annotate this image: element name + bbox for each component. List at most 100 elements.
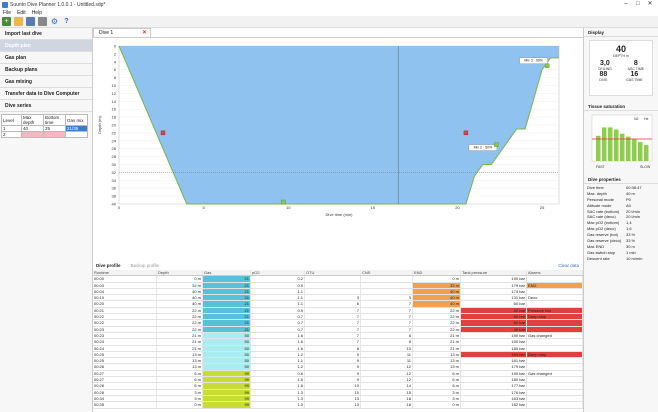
table-cell: 179 bar [461, 364, 527, 370]
transfer-to-dive-computer[interactable]: Transfer data to Dive Computer [0, 88, 92, 100]
column-header[interactable]: END [413, 270, 461, 276]
gas-plan[interactable]: Gas plan [0, 52, 92, 64]
asc-time-value: 8 [633, 60, 638, 67]
table-cell: 10 [305, 389, 361, 395]
tab-dive-profile[interactable]: Dive profile [96, 262, 121, 270]
save-icon[interactable] [26, 17, 35, 26]
x-tick-label: 15 [371, 205, 376, 210]
table-cell: 9 [305, 370, 361, 377]
column-header[interactable]: OTU [305, 270, 361, 276]
gas-mix-select[interactable] [65, 131, 88, 138]
table-cell: 6 m [157, 383, 203, 389]
table-cell: 21 [203, 320, 251, 326]
table-cell: 40 m [413, 288, 461, 295]
gas-marker [494, 142, 499, 147]
y-tick-label: 38 [112, 194, 117, 199]
column-header[interactable]: Runtime [93, 270, 157, 276]
table-cell [361, 282, 413, 288]
table-cell: 7 [361, 301, 413, 307]
max-depth-input[interactable] [21, 131, 44, 138]
menu-help[interactable]: Help [32, 10, 42, 16]
table-cell: 22 m [413, 307, 461, 314]
table-cell: 7 [305, 332, 361, 339]
tissue-bar [638, 142, 643, 161]
import-last-dive[interactable]: Import last dive [0, 28, 92, 40]
clear-data-link[interactable]: Clear data [558, 262, 579, 270]
table-cell: 7 [305, 307, 361, 314]
table-cell: 22 m [157, 307, 203, 314]
minimize-button[interactable]: – [620, 0, 632, 8]
table-cell: 3 m [157, 395, 203, 402]
table-cell: 11 [361, 358, 413, 364]
y-tick-label: 32 [112, 170, 117, 175]
close-window-button[interactable]: ✕ [644, 0, 656, 8]
right-panel: Display 40 DEPTH m 3,0 CEILING 8 ASC TIME 8… [583, 28, 658, 412]
table-cell: 00:35 [93, 402, 157, 408]
table-cell: 00:00 [93, 276, 157, 282]
depth-chart[interactable]: 0 2 4 6 8 10 12 14 16 18 20 22 24 26 28 30 32 34 36 38 40 0 5 1… [93, 38, 583, 238]
x-tick-label: 10 [286, 205, 291, 210]
table-cell [527, 364, 583, 370]
table-cell: 22 m [413, 326, 461, 332]
table-cell: 6 m [413, 370, 461, 377]
column-header[interactable]: Depth [157, 270, 203, 276]
y-tick-label: 30 [112, 162, 117, 167]
new-plan-icon[interactable]: + [2, 17, 11, 26]
table-cell: 1.6 [251, 332, 305, 339]
table-cell: 3 m [157, 389, 203, 395]
chart-svg[interactable]: 02468101214161820222426283032343638400 5 1… [93, 38, 583, 238]
table-cell: 0 m [413, 402, 461, 408]
column-header[interactable]: Alarms [527, 270, 583, 276]
table-row[interactable]: 00:35 0 m 99 1.0 13 18 0 m 162 bar [93, 402, 583, 409]
table-cell: 1.2 [251, 364, 305, 370]
table-cell: 0.2 [251, 276, 305, 282]
table-cell: 21 [203, 314, 251, 320]
level-cell[interactable]: 2 [1, 131, 22, 138]
open-folder-icon[interactable] [14, 17, 23, 26]
y-tick-label: 34 [112, 178, 117, 183]
table-cell: 00:24 [93, 345, 157, 351]
bottom-time-input[interactable] [43, 131, 66, 138]
table-cell: 7 [361, 314, 413, 320]
table-cell: 21 m [157, 339, 203, 345]
column-header[interactable]: CNS [361, 270, 413, 276]
settings-gear-icon[interactable]: ⚙ [50, 17, 59, 26]
column-header[interactable]: Tank pressure [461, 270, 527, 276]
close-tab-icon[interactable]: ✕ [142, 29, 147, 38]
ceiling-value: 3,0 [600, 60, 610, 67]
tab-dive-1[interactable]: Dive 1 ✕ [93, 28, 151, 37]
gas-mixing[interactable]: Gas mixing [0, 76, 92, 88]
table-cell: 99 [203, 383, 251, 389]
table-cell: 13 m [157, 364, 203, 370]
column-header[interactable]: Gas [203, 270, 251, 276]
dive-series[interactable]: Dive series [0, 100, 92, 112]
depth-plan[interactable]: Depth plan [0, 40, 92, 52]
table-cell: 0 m [413, 276, 461, 282]
table-cell: 21 [203, 307, 251, 314]
table-cell: 99 [203, 395, 251, 402]
annotation-label: Mix 3 - 99% [524, 59, 542, 63]
table-cell: 40 m [157, 295, 203, 301]
table-cell: 3 m [413, 389, 461, 395]
table-cell: 10 [361, 345, 413, 351]
menu-edit[interactable]: Edit [17, 10, 26, 16]
help-icon[interactable]: ? [62, 17, 71, 26]
tab-backup-profile[interactable]: Backup profile [131, 262, 160, 270]
table-cell: 7 [361, 320, 413, 326]
table-cell: 13 m [413, 351, 461, 358]
y-tick-label: 40 [112, 202, 117, 207]
table-cell: 9 [305, 351, 361, 358]
column-header[interactable]: pO2 [251, 270, 305, 276]
print-icon[interactable] [38, 17, 47, 26]
table-cell: 0.7 [251, 326, 305, 332]
maximize-button[interactable]: □ [632, 0, 644, 8]
table-cell: 131 bar [461, 295, 527, 301]
table-cell [361, 276, 413, 282]
menu-file[interactable]: File [3, 10, 11, 16]
table-cell: 13 m [413, 358, 461, 364]
table-cell: 0.7 [251, 320, 305, 326]
backup-plans[interactable]: Backup plans [0, 64, 92, 76]
table-cell: 18 [361, 402, 413, 408]
table-cell: 00:25 [93, 351, 157, 358]
table-cell: 40 m [413, 295, 461, 301]
